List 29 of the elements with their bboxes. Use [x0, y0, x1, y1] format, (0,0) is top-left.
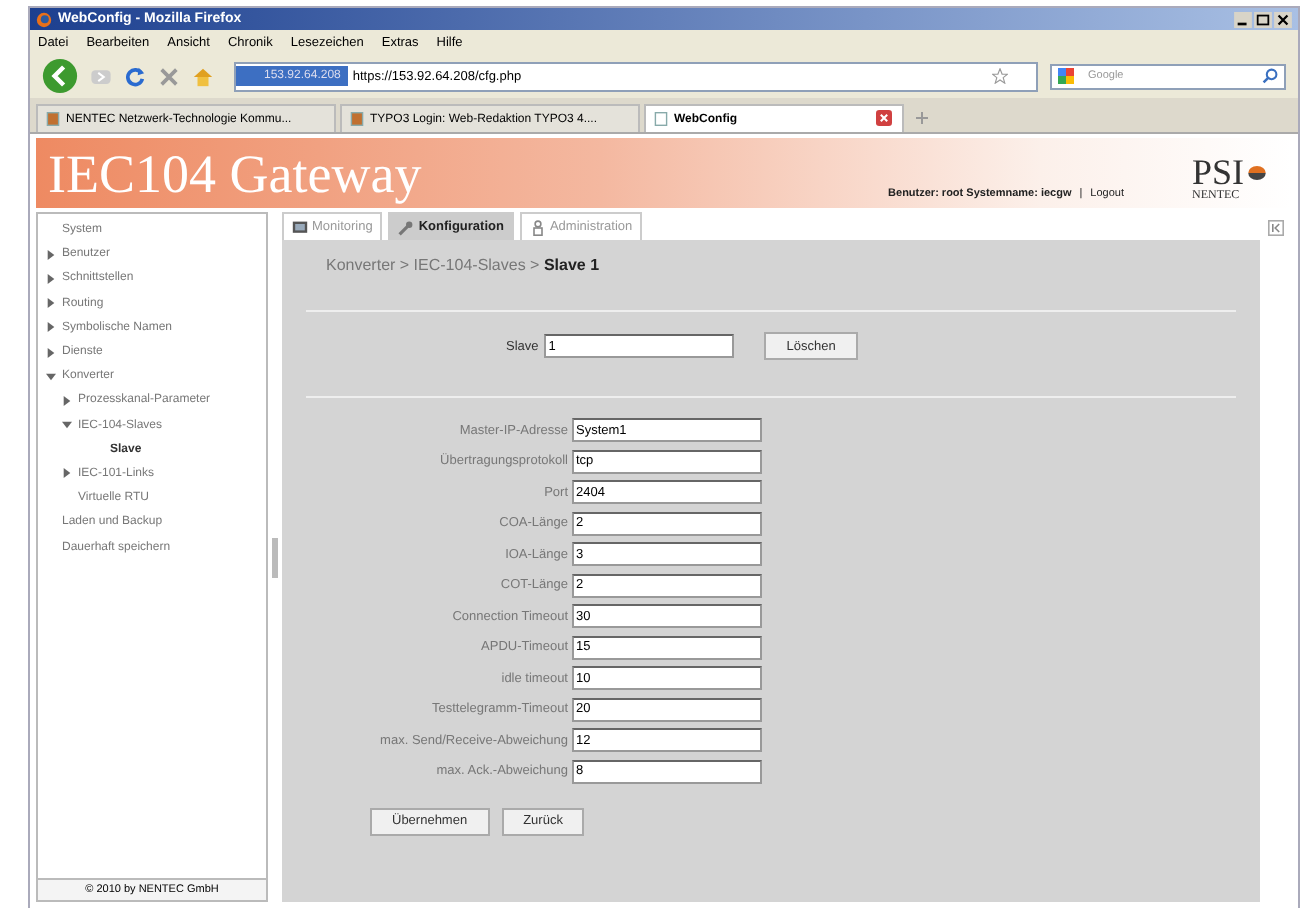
collapse-icon[interactable]: [1268, 220, 1284, 236]
browser-logo-icon: [36, 11, 52, 27]
collapsed-arrow-icon[interactable]: [46, 322, 56, 333]
logo-icon: [1248, 166, 1267, 180]
expanded-arrow-icon[interactable]: [62, 420, 72, 431]
collapsed-arrow-icon[interactable]: [62, 468, 72, 479]
collapsed-arrow-icon[interactable]: [62, 395, 72, 406]
page-icon: [46, 112, 60, 126]
app-title: IEC104 Gateway: [48, 146, 422, 202]
splitter-handle[interactable]: [272, 537, 278, 577]
wrench-icon: [398, 219, 415, 235]
logo-text: PSI: [1192, 156, 1245, 190]
expanded-arrow-icon[interactable]: [46, 371, 56, 382]
breadcrumb: Konverter > IEC-104-Slaves > Slave 1: [324, 256, 602, 274]
person-icon: [529, 219, 546, 235]
star-icon[interactable]: [992, 68, 1008, 84]
maximize-icon[interactable]: [1254, 11, 1272, 27]
search-icon[interactable]: [1262, 68, 1278, 84]
page-icon: [350, 112, 364, 126]
close-tab-icon[interactable]: [876, 110, 892, 126]
monitor-icon: [292, 219, 308, 235]
collapsed-arrow-icon[interactable]: [46, 347, 56, 358]
minimize-icon[interactable]: [1234, 11, 1252, 27]
collapsed-arrow-icon[interactable]: [46, 249, 56, 260]
reload-icon[interactable]: [124, 65, 146, 87]
page-icon: [654, 112, 668, 126]
collapsed-arrow-icon[interactable]: [46, 273, 56, 284]
close-icon[interactable]: [1274, 11, 1292, 27]
collapsed-arrow-icon[interactable]: [46, 298, 56, 309]
